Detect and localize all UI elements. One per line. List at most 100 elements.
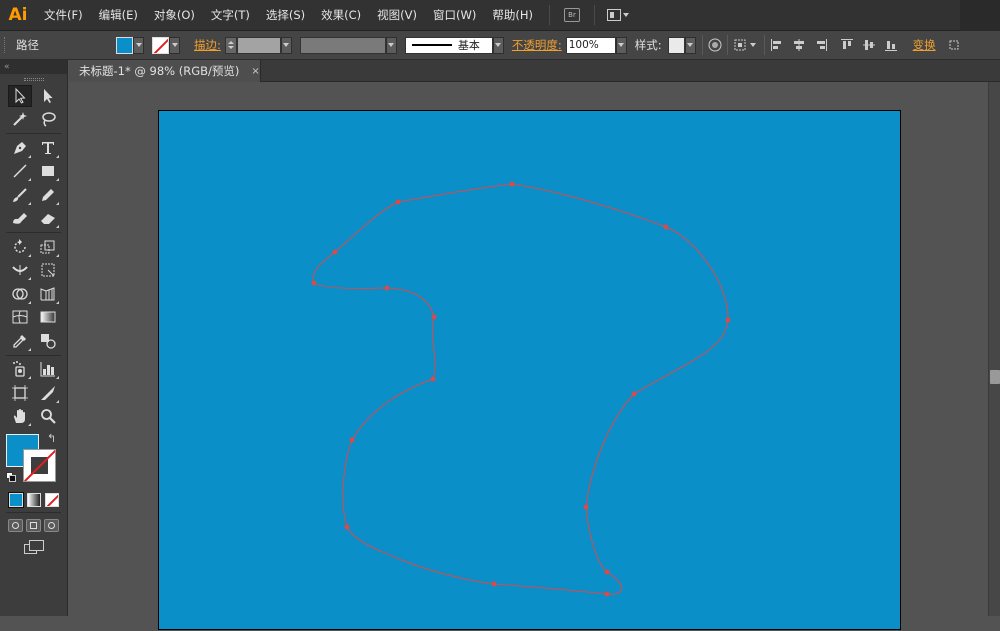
rotate-tool[interactable] (8, 236, 32, 258)
vertical-scrollbar[interactable] (988, 82, 1000, 616)
artwork-path[interactable] (159, 111, 902, 631)
tools-panel-header[interactable]: « (0, 60, 67, 74)
menu-select[interactable]: 选择(S) (258, 0, 313, 31)
anchor-point[interactable] (663, 224, 669, 230)
anchor-point[interactable] (491, 581, 497, 587)
selection-tool[interactable] (7, 84, 32, 107)
zoom-tool[interactable] (36, 405, 60, 427)
scrollbar-thumb[interactable] (990, 370, 1000, 384)
menu-edit[interactable]: 编辑(E) (91, 0, 146, 31)
align-center-icon[interactable] (791, 37, 807, 53)
draw-inside-icon[interactable] (44, 518, 59, 532)
align-middle-icon[interactable] (861, 37, 877, 53)
brush-definition[interactable]: 基本 (404, 36, 493, 54)
anchor-point[interactable] (395, 199, 401, 205)
menu-effect[interactable]: 效果(C) (313, 0, 369, 31)
stroke-color-swatch[interactable] (152, 36, 169, 54)
fill-dropdown-button[interactable] (133, 36, 144, 54)
artboard-tool[interactable] (8, 382, 32, 404)
tools-panel-grip[interactable] (0, 74, 67, 84)
fill-color-swatch[interactable] (116, 36, 133, 54)
free-transform-tool[interactable] (36, 259, 60, 281)
hand-tool[interactable] (8, 405, 32, 427)
anchor-point[interactable] (431, 314, 437, 320)
menu-file[interactable]: 文件(F) (36, 0, 91, 31)
draw-behind-icon[interactable] (26, 518, 41, 532)
anchor-point[interactable] (349, 437, 355, 443)
blend-tool[interactable] (36, 330, 60, 352)
align-top-icon[interactable] (839, 37, 855, 53)
mesh-tool[interactable] (8, 306, 32, 328)
anchor-point[interactable] (332, 249, 338, 255)
opacity-label[interactable]: 不透明度: (512, 37, 562, 53)
shape-builder-tool[interactable] (8, 283, 32, 305)
rectangle-tool[interactable] (36, 160, 60, 182)
width-tool[interactable] (8, 259, 32, 281)
symbol-sprayer-tool[interactable] (8, 358, 32, 380)
align-left-icon[interactable] (769, 37, 785, 53)
transform-label[interactable]: 变换 (913, 37, 936, 53)
bridge-icon[interactable]: Br (563, 8, 580, 22)
type-tool[interactable] (36, 137, 60, 159)
anchor-point[interactable] (311, 280, 317, 286)
close-tab-icon[interactable]: × (251, 66, 259, 77)
brush-definition-dropdown[interactable] (492, 36, 504, 54)
anchor-point[interactable] (604, 569, 610, 575)
canvas-workspace[interactable] (69, 82, 988, 630)
change-screen-mode-icon[interactable] (23, 540, 44, 554)
menu-help[interactable]: 帮助(H) (484, 0, 541, 31)
menu-type[interactable]: 文字(T) (203, 0, 258, 31)
lasso-tool[interactable] (36, 108, 60, 130)
panel-grip[interactable] (4, 37, 8, 53)
align-to-dropdown-icon[interactable] (749, 43, 756, 47)
align-to-icon[interactable] (732, 37, 748, 53)
stroke-weight-input[interactable] (236, 36, 281, 54)
stroke-weight-dropdown[interactable] (280, 36, 292, 54)
gradient-tool[interactable] (36, 306, 60, 328)
graphic-style-swatch[interactable] (667, 36, 685, 54)
opacity-dropdown[interactable] (615, 36, 627, 54)
document-tab[interactable]: 未标题-1* @ 98% (RGB/预览) × (69, 60, 261, 82)
draw-normal-icon[interactable] (8, 518, 23, 532)
pencil-tool[interactable] (36, 184, 60, 206)
isolate-selection-icon[interactable] (946, 37, 962, 53)
artboard[interactable] (158, 110, 901, 630)
anchor-point[interactable] (725, 317, 731, 323)
width-profile-dropdown[interactable] (385, 36, 397, 54)
anchor-point[interactable] (631, 391, 637, 397)
anchor-point[interactable] (384, 285, 390, 291)
menu-object[interactable]: 对象(O) (146, 0, 203, 31)
default-fill-stroke-icon[interactable] (6, 472, 16, 482)
perspective-grid-tool[interactable] (36, 283, 60, 305)
scale-tool[interactable] (36, 236, 60, 258)
arrange-documents-icon[interactable] (606, 8, 629, 22)
slice-tool[interactable] (36, 382, 60, 404)
direct-selection-tool[interactable] (36, 85, 60, 107)
magic-wand-tool[interactable] (8, 108, 32, 130)
stroke-color-box[interactable] (23, 449, 56, 482)
variable-width-profile[interactable] (299, 36, 386, 54)
paintbrush-tool[interactable] (8, 184, 32, 206)
selected-path-outline[interactable] (312, 183, 729, 595)
anchor-point[interactable] (604, 591, 610, 597)
eraser-tool[interactable] (36, 207, 60, 229)
align-right-icon[interactable] (813, 37, 829, 53)
anchor-point[interactable] (509, 181, 515, 187)
line-segment-tool[interactable] (8, 160, 32, 182)
eyedropper-tool[interactable] (8, 330, 32, 352)
none-mode-button[interactable] (44, 493, 59, 507)
stroke-weight-stepper[interactable] (224, 36, 237, 54)
workspace-switcher[interactable] (960, 0, 1000, 31)
anchor-point[interactable] (583, 504, 589, 510)
anchor-point[interactable] (430, 376, 436, 382)
opacity-input[interactable]: 100% (565, 36, 616, 54)
swap-fill-stroke-icon[interactable]: ↰ (47, 432, 56, 445)
menu-window[interactable]: 窗口(W) (425, 0, 484, 31)
gradient-mode-button[interactable] (26, 493, 41, 507)
graphic-style-dropdown[interactable] (684, 36, 696, 54)
blob-brush-tool[interactable] (8, 207, 32, 229)
color-mode-button[interactable] (7, 492, 24, 508)
column-graph-tool[interactable] (36, 358, 60, 380)
collapse-panel-icon[interactable]: « (4, 62, 10, 72)
stroke-weight-label[interactable]: 描边: (194, 37, 221, 53)
